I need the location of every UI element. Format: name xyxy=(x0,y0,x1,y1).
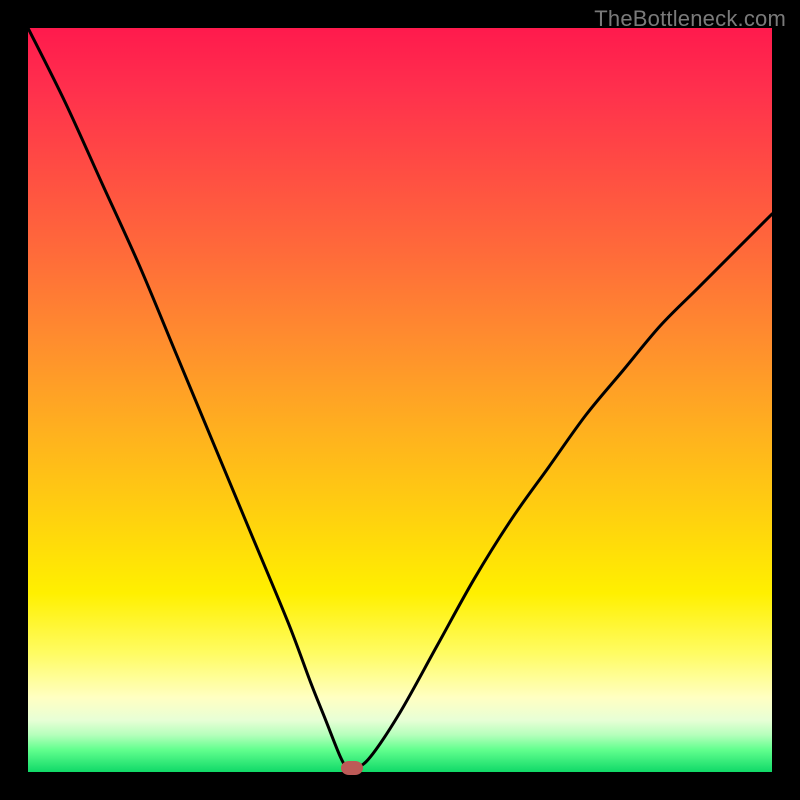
optimum-marker xyxy=(341,761,363,775)
chart-frame: TheBottleneck.com xyxy=(0,0,800,800)
plot-area xyxy=(28,28,772,772)
bottleneck-curve xyxy=(28,28,772,772)
